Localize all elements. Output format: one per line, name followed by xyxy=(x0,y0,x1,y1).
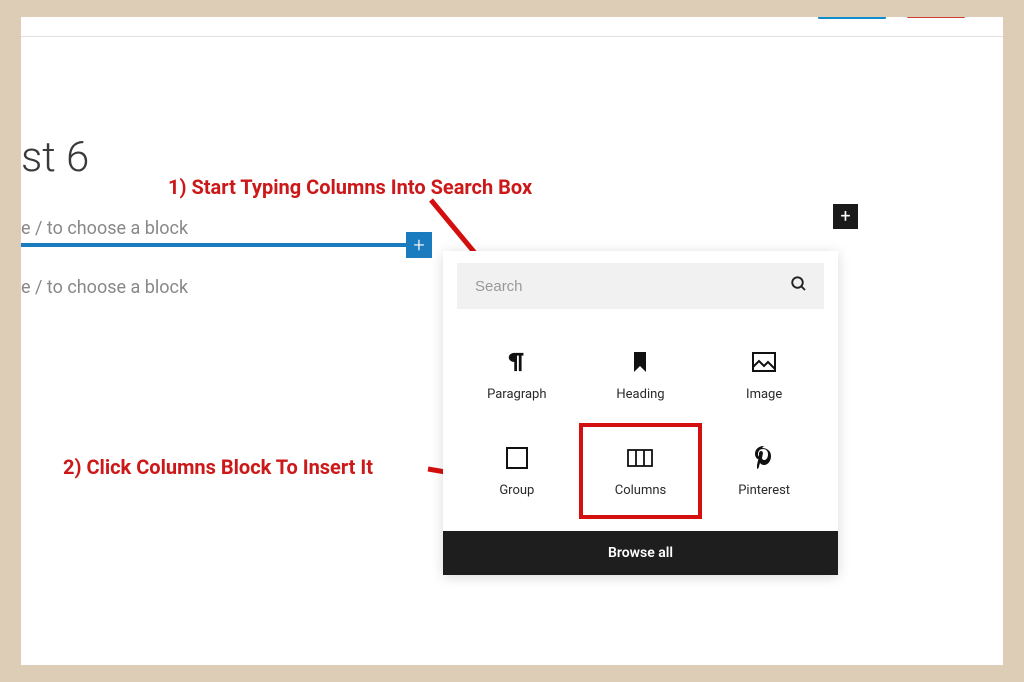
paragraph-icon xyxy=(507,349,527,375)
block-label: Pinterest xyxy=(738,483,790,498)
block-insert-line xyxy=(21,243,423,247)
add-block-button[interactable]: + xyxy=(833,204,858,229)
editor-frame: st 6 e / to choose a block + e / to choo… xyxy=(21,17,1003,665)
block-label: Paragraph xyxy=(487,387,546,402)
block-label: Image xyxy=(746,387,782,402)
search-icon xyxy=(790,275,808,297)
block-paragraph[interactable]: Paragraph xyxy=(457,329,577,421)
search-box[interactable] xyxy=(457,263,824,309)
search-input[interactable] xyxy=(475,278,806,295)
pinterest-icon xyxy=(754,445,774,471)
annotation-step2: 2) Click Columns Block To Insert It xyxy=(63,455,373,479)
block-placeholder-2[interactable]: e / to choose a block xyxy=(21,277,188,298)
post-title[interactable]: st 6 xyxy=(21,133,89,182)
top-toolbar xyxy=(21,17,1003,37)
columns-icon xyxy=(627,445,653,471)
publish-button-partial[interactable] xyxy=(818,17,886,19)
image-icon xyxy=(752,349,776,375)
block-inserter-popover: Paragraph Heading Image xyxy=(443,251,838,575)
browse-all-button[interactable]: Browse all xyxy=(443,531,838,575)
block-columns[interactable]: Columns xyxy=(581,425,701,517)
block-heading[interactable]: Heading xyxy=(581,329,701,421)
block-label: Heading xyxy=(616,387,664,402)
annotation-step1: 1) Start Typing Columns Into Search Box xyxy=(168,175,532,199)
block-image[interactable]: Image xyxy=(704,329,824,421)
block-placeholder-1[interactable]: e / to choose a block xyxy=(21,218,188,239)
columns-highlight xyxy=(579,423,703,519)
block-label: Group xyxy=(499,483,534,498)
block-group[interactable]: Group xyxy=(457,425,577,517)
add-block-inline-button[interactable]: + xyxy=(406,232,432,258)
toolbar-button-partial[interactable] xyxy=(907,17,965,18)
block-pinterest[interactable]: Pinterest xyxy=(704,425,824,517)
heading-icon xyxy=(632,349,648,375)
blocks-grid: Paragraph Heading Image xyxy=(443,329,838,531)
group-icon xyxy=(506,445,528,471)
block-label: Columns xyxy=(615,483,667,498)
